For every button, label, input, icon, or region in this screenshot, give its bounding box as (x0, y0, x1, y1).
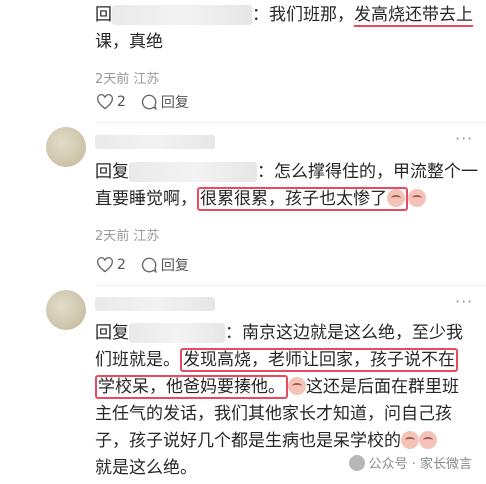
like-button[interactable]: 2 (96, 257, 126, 273)
more-icon[interactable]: ··· (455, 131, 473, 147)
watermark-text: 公众号 · 家长微言 (368, 457, 472, 472)
comment-2-line-1-rest: ：怎么撑得住的，甲流整个一 (257, 162, 478, 182)
comment-1-colon-text: ：我们班那， (252, 5, 354, 25)
like-count: 2 (117, 94, 126, 110)
emoji-icon (419, 431, 437, 449)
blurred-username (129, 162, 257, 182)
blurred-username (95, 297, 215, 311)
comment-1-text: 回 ：我们班那，发高烧还带去上 课，真绝 (95, 2, 473, 56)
comment-2-actions: 2 回复 (96, 254, 203, 276)
reply-button[interactable]: 回复 (140, 92, 189, 112)
avatar (46, 127, 86, 167)
comment-1-meta: 2天前 江苏 (95, 72, 160, 87)
comment-3-line-3-rest: 这还是后面在群里班 (306, 377, 459, 397)
like-button[interactable]: 2 (96, 94, 126, 110)
comment-1-line-1: 回 ：我们班那，发高烧还带去上 (95, 2, 473, 29)
reply-button[interactable]: 回复 (140, 255, 189, 275)
avatar (46, 290, 86, 330)
comment-3-line-2-prefix: 们班就是。 (95, 350, 180, 370)
blurred-username (112, 5, 252, 25)
comment-2-line-2-prefix: 直要睡觉啊， (95, 189, 197, 209)
blurred-username (129, 323, 225, 343)
comment-3-line-5: 子，孩子说好几个都是生病也是呆学校的 (95, 428, 463, 455)
reply-prefix: 回 (95, 5, 112, 25)
like-count: 2 (117, 257, 126, 273)
heart-icon (97, 257, 113, 273)
heart-icon (97, 94, 113, 110)
divider (95, 285, 486, 286)
blurred-username (95, 135, 215, 149)
comment-2-text: 回复 ：怎么撑得住的，甲流整个一 直要睡觉啊， 很累很累，孩子也太惨了 (95, 159, 478, 213)
comment-3-line-2: 们班就是。 发现高烧，老师让回家，孩子说不在 (95, 347, 463, 374)
emoji-icon (401, 431, 419, 449)
comment-1-line-2: 课，真绝 (95, 32, 163, 52)
reply-label: 回复 (160, 95, 189, 111)
emoji-icon (387, 189, 405, 207)
watermark: 公众号 · 家长微言 (348, 453, 472, 472)
wechat-logo-icon (348, 454, 365, 471)
comment-icon (141, 257, 157, 274)
comment-3-line-3: 学校呆，他爸妈要揍他。 这还是后面在群里班 (95, 374, 463, 401)
comment-3-line-4: 主任气的发话，我们其他家长才知道，问自己孩 (95, 404, 452, 424)
comment-2-meta: 2天前 江苏 (95, 229, 160, 244)
comment-3-line-1-rest: ：南京这边就是这么绝，至少我 (225, 323, 463, 343)
highlight-box: 学校呆，他爸妈要揍他。 (95, 375, 288, 399)
emoji-icon (408, 189, 426, 207)
reply-label: 回复 (160, 258, 189, 274)
comment-3-line-5-text: 子，孩子说好几个都是生病也是呆学校的 (95, 431, 401, 451)
divider (95, 122, 486, 123)
highlight-text: 很累很累，孩子也太惨了 (200, 189, 387, 209)
highlight-underline: 发高烧还带去上 (354, 5, 473, 27)
more-icon[interactable]: ··· (455, 294, 473, 310)
comment-2-line-1: 回复 ：怎么撑得住的，甲流整个一 (95, 159, 478, 186)
highlight-box: 发现高烧，老师让回家，孩子说不在 (180, 348, 458, 372)
comment-1-actions: 2 回复 (96, 91, 203, 113)
reply-prefix: 回复 (95, 162, 129, 182)
comment-2-line-2: 直要睡觉啊， 很累很累，孩子也太惨了 (95, 186, 478, 213)
reply-prefix: 回复 (95, 323, 129, 343)
comment-icon (141, 94, 157, 111)
comment-3-line-1: 回复 ：南京这边就是这么绝，至少我 (95, 320, 463, 347)
highlight-box: 很累很累，孩子也太惨了 (197, 187, 408, 211)
emoji-icon (288, 377, 306, 395)
